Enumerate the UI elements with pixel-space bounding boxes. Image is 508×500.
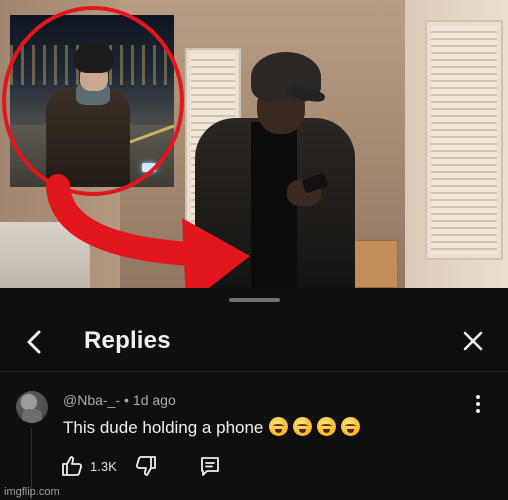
comment-body: This dude holding a phone — [63, 418, 264, 437]
meta-separator: • — [124, 392, 129, 408]
crying-face-icon — [269, 417, 289, 436]
comment-menu-button[interactable] — [466, 392, 490, 416]
more-vertical-icon — [476, 395, 480, 413]
avatar[interactable] — [16, 391, 48, 423]
comment-time: 1d ago — [132, 392, 176, 408]
comment-author[interactable]: @Nba-_- — [63, 392, 120, 408]
like-button[interactable] — [60, 454, 86, 478]
comment-text: This dude holding a phone — [63, 417, 365, 438]
window-shutter — [425, 20, 503, 260]
crying-face-icon — [341, 417, 361, 436]
like-count: 1.3K — [90, 459, 117, 474]
dislike-button[interactable] — [134, 454, 160, 478]
comment: @Nba-_- • 1d ago This dude holding a phone… — [0, 384, 508, 500]
replies-panel: Replies @Nba-_- • 1d ago This dude holding… — [0, 288, 508, 500]
chevron-left-icon — [27, 330, 41, 354]
close-button[interactable] — [458, 326, 488, 356]
panel-title: Replies — [84, 327, 171, 354]
red-circle-highlight — [2, 6, 184, 196]
replies-header: Replies — [0, 318, 508, 366]
crying-face-icon — [293, 417, 313, 436]
drag-handle[interactable] — [229, 298, 280, 302]
comment-meta: @Nba-_- • 1d ago — [63, 392, 176, 408]
thumb-down-icon — [135, 456, 156, 476]
reply-button[interactable] — [198, 454, 224, 478]
emoji-group — [269, 417, 365, 438]
thumb-up-icon — [62, 456, 83, 476]
crying-face-icon — [317, 417, 337, 436]
comment-icon — [201, 457, 219, 476]
watermark: imgflip.com — [4, 486, 60, 498]
back-button[interactable] — [18, 326, 50, 358]
close-icon — [463, 331, 483, 351]
divider — [0, 371, 508, 372]
